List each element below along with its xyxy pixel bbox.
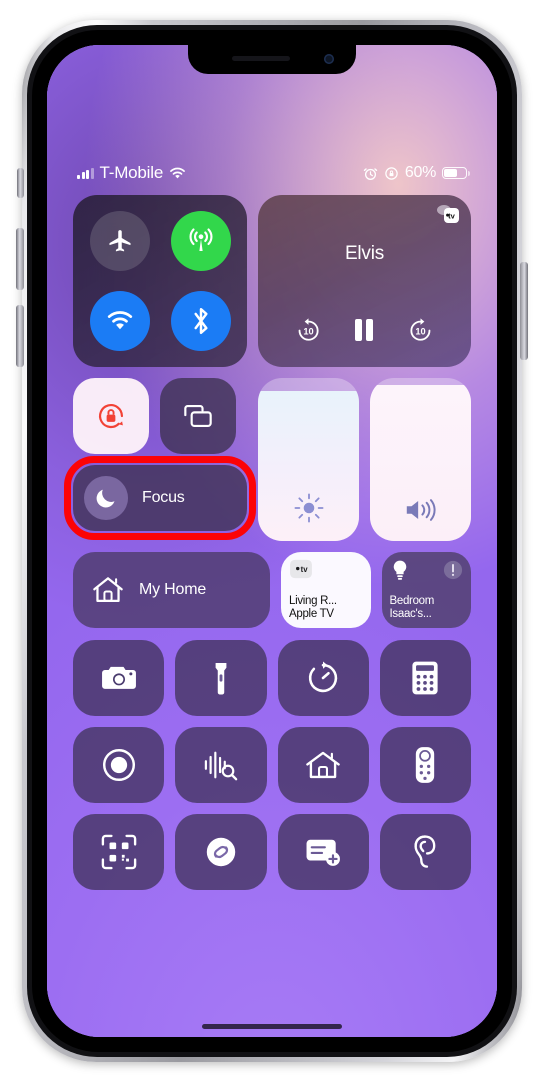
apple-tv-remote-button[interactable] [379,727,471,803]
battery-icon [442,166,470,180]
rotation-lock-icon [99,404,124,429]
my-home-label: My Home [139,581,207,598]
qr-code-icon [101,834,136,870]
battery-percent-label: 60% [404,164,436,181]
accessory-name-line1: Bedroom [389,595,435,607]
focus-button[interactable]: Focus [73,465,247,531]
rotation-lock-icon [385,166,398,180]
lightbulb-icon [393,560,406,580]
front-camera-icon [324,54,334,64]
bluetooth-button[interactable] [170,291,231,351]
pause-icon[interactable] [351,315,377,345]
volume-slider[interactable] [370,378,471,541]
slider-group [258,378,471,541]
flashlight-button[interactable] [175,640,267,716]
qr-scanner-button[interactable] [73,814,165,890]
connectivity-module [73,195,247,367]
screen-mirroring-button[interactable] [160,378,236,454]
skip-back-10-icon[interactable]: 10 [295,317,322,344]
cellular-bars-icon [77,167,94,179]
calculator-button[interactable] [379,640,471,716]
media-title: Elvis [344,243,385,264]
earpiece-speaker [232,56,290,61]
warning-icon [443,560,463,580]
cellular-antenna-icon [188,228,213,251]
speaker-waves-icon [406,499,436,521]
apple-tv-icon: tv [290,559,312,579]
bluetooth-icon [193,307,208,335]
home-icon [306,751,340,779]
my-home-button[interactable]: My Home [73,552,270,628]
screen-record-icon [102,748,135,782]
media-player-module[interactable]: tv Elvis 10 10 [258,195,471,367]
cc-row-toggles-sliders: Focus [64,378,471,541]
screenshot-stage: T-Mobile 60% tv Elvis 10 10 Focus My Hom… [0,0,544,1080]
focus-label: Focus [142,489,185,506]
timer-button[interactable] [277,640,369,716]
sound-recognition-button[interactable] [175,727,267,803]
wifi-icon [107,311,132,330]
status-bar: T-Mobile 60% [47,161,497,185]
phone-screen: T-Mobile 60% tv Elvis 10 10 Focus My Hom… [47,45,497,1037]
home-indicator[interactable] [202,1024,342,1029]
home-accessory-bedroom[interactable]: Bedroom Isaac's... [381,552,471,628]
screen-mirroring-icon [184,404,212,428]
camera-button[interactable] [73,640,165,716]
brightness-icon [294,493,323,523]
brightness-slider[interactable] [258,378,359,541]
cc-row-home: My Home tv Living R... Apple TV Bedroom … [73,552,471,628]
rotation-lock-button[interactable] [73,378,149,454]
alarm-clock-icon [363,167,378,180]
accessory-name-line2: Apple TV [289,608,334,620]
svg-text:tv: tv [448,211,456,220]
remote-icon [416,747,435,783]
flashlight-icon [215,663,227,695]
skip-forward-10-icon[interactable]: 10 [407,317,434,344]
timer-icon [309,661,338,693]
home-app-button[interactable] [277,727,369,803]
home-accessory-apple-tv[interactable]: tv Living R... Apple TV [281,552,371,628]
media-controls: 10 10 [258,315,471,345]
accessory-name-line1: Living R... [289,595,337,607]
wifi-icon [170,167,186,178]
airplane-mode-button[interactable] [89,211,150,271]
accessory-name-line2: Isaac's... [389,608,432,620]
cellular-data-button[interactable] [170,211,231,271]
notes-button[interactable] [277,814,369,890]
cc-row-connectivity-media: tv Elvis 10 10 [73,195,471,367]
camera-icon [101,666,136,689]
svg-text:10: 10 [415,326,425,336]
svg-text:10: 10 [303,326,313,336]
focus-icon-circle [84,476,128,520]
notch [188,45,356,74]
toggle-row [73,378,247,454]
focus-control-wrapper: Focus [64,456,256,540]
shortcut-grid [73,640,471,890]
calculator-icon [412,661,438,695]
carrier-label: T-Mobile [99,163,164,182]
control-center: tv Elvis 10 10 Focus My Home tv Living R… [47,195,497,890]
shazam-icon [206,837,236,867]
airplane-icon [109,230,130,252]
apple-tv-icon[interactable]: tv [432,203,462,229]
wifi-button[interactable] [89,291,150,351]
home-icon [93,577,123,602]
sound-recognition-icon [204,751,238,781]
ear-icon [414,835,436,868]
svg-text:tv: tv [301,565,309,574]
mute-switch[interactable] [17,168,24,198]
volume-up-button[interactable] [16,228,24,290]
screen-record-button[interactable] [73,727,165,803]
note-add-icon [306,839,341,866]
power-button[interactable] [520,262,528,360]
shazam-button[interactable] [175,814,267,890]
volume-down-button[interactable] [16,305,24,367]
hearing-button[interactable] [379,814,471,890]
moon-icon [96,489,115,508]
